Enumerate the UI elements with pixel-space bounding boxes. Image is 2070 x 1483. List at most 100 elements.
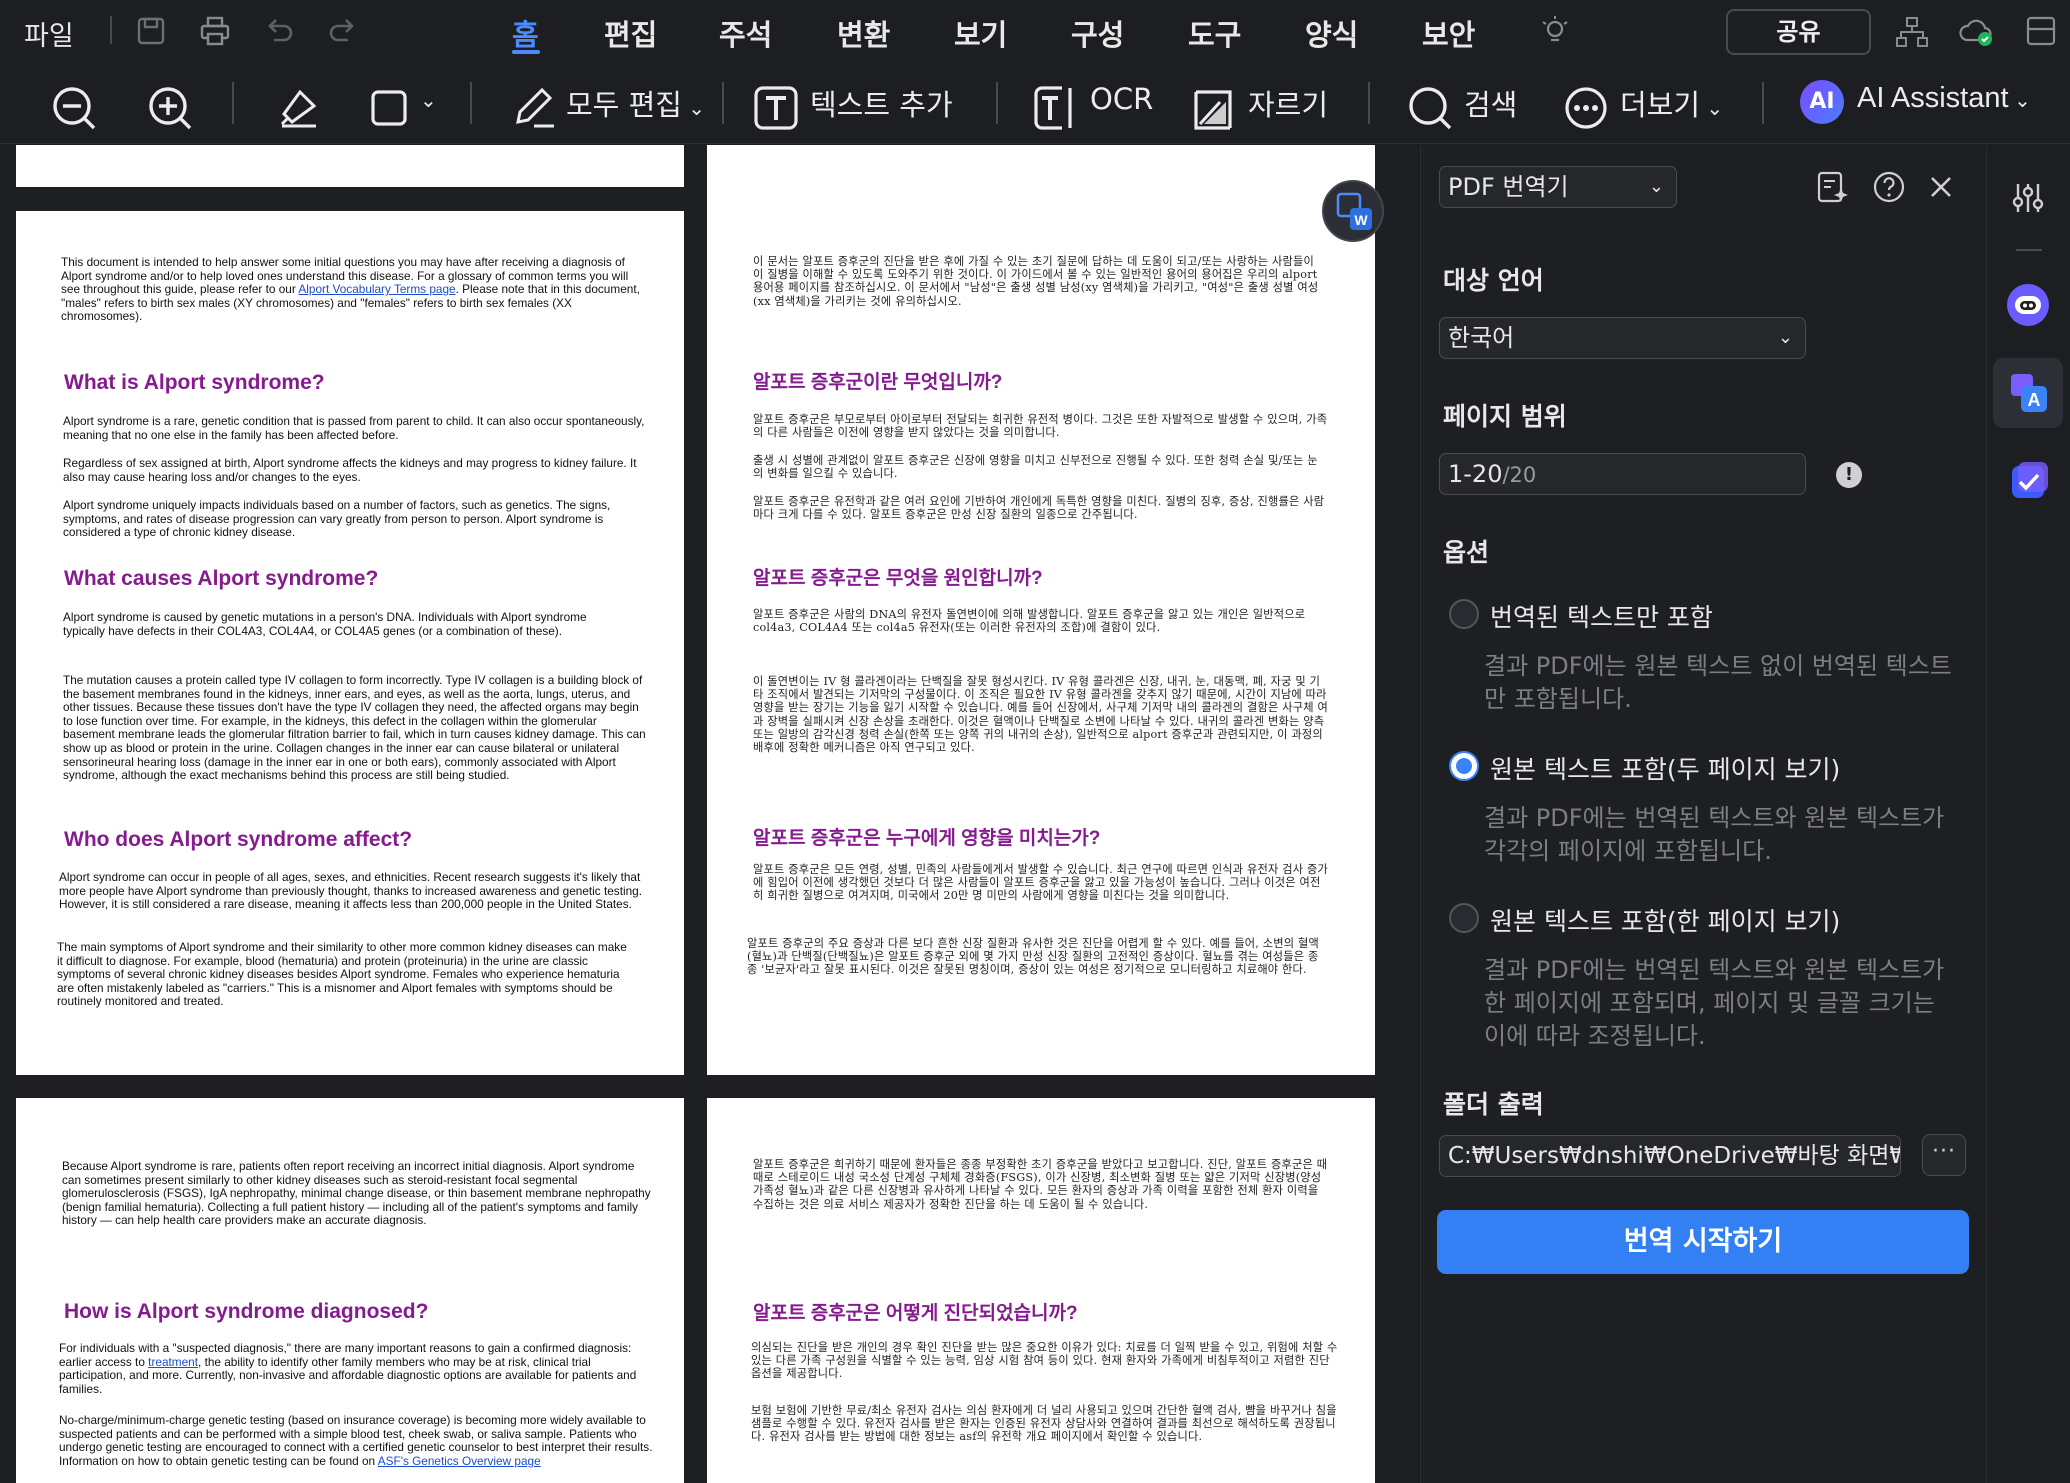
menu-home[interactable]: 홈 <box>512 12 539 54</box>
add-text-button[interactable]: 텍스트 추가 <box>810 82 953 124</box>
option-two-page-desc: 결과 PDF에는 번역된 텍스트와 원본 텍스트가 각각의 페이지에 포함됩니다… <box>1484 804 1945 865</box>
ai-assistant-icon[interactable]: AI <box>1800 80 1844 124</box>
svg-text:W: W <box>1354 212 1368 228</box>
edit-all-pen-icon[interactable] <box>510 84 558 132</box>
divider <box>722 82 724 124</box>
crop-icon[interactable] <box>1190 84 1238 132</box>
option-translated-only-radio[interactable] <box>1449 599 1479 629</box>
option-one-page-radio[interactable] <box>1449 903 1479 933</box>
menu-view[interactable]: 보기 <box>954 12 1007 54</box>
divider <box>470 82 472 124</box>
more-label: 더보기 <box>1620 88 1701 122</box>
lightbulb-icon[interactable] <box>1538 14 1572 48</box>
shape-rectangle-icon[interactable] <box>368 84 416 132</box>
menu-edit[interactable]: 편집 <box>604 12 657 54</box>
file-menu[interactable]: 파일 <box>24 14 74 53</box>
option-one-page-label[interactable]: 원본 텍스트 포함(한 페이지 보기) <box>1490 902 1840 938</box>
edit-all-button[interactable]: 모두 편집 ⌄ <box>566 82 705 124</box>
vocabulary-link[interactable]: Alport Vocabulary Terms page <box>298 282 455 296</box>
page-paragraph: 알포트 증후군은 유전학과 같은 여러 요인에 기반하여 개인에게 독특한 영향… <box>753 495 1325 522</box>
print-icon[interactable] <box>198 14 232 48</box>
search-button[interactable]: 검색 <box>1464 82 1517 124</box>
divider <box>110 16 112 44</box>
share-button[interactable]: 공유 <box>1726 9 1871 55</box>
option-translated-only-label[interactable]: 번역된 텍스트만 포함 <box>1490 598 1713 634</box>
section-heading: What is Alport syndrome? <box>64 371 325 394</box>
window-layout-icon[interactable] <box>2025 15 2057 47</box>
zoom-in-icon[interactable] <box>146 84 194 132</box>
cloud-sync-icon[interactable] <box>1958 14 1994 48</box>
translate-tool-active[interactable]: A <box>1993 358 2063 428</box>
page-paragraph: The mutation causes a protein called typ… <box>63 673 646 783</box>
section-heading: 알포트 증후군이란 무엇입니까? <box>753 372 1003 393</box>
page-paragraph: Alport syndrome is a rare, genetic condi… <box>63 414 645 442</box>
document-canvas[interactable]: This document is intended to help answer… <box>0 145 1418 1483</box>
highlighter-icon[interactable] <box>274 84 322 132</box>
more-button[interactable]: 더보기 ⌄ <box>1620 82 1723 124</box>
section-heading: How is Alport syndrome diagnosed? <box>64 1300 429 1323</box>
page-paragraph: 알포트 증후군의 주요 증상과 다른 보다 흔한 신장 질환과 유사한 것은 진… <box>747 937 1320 977</box>
target-language-title: 대상 언어 <box>1443 266 1544 295</box>
search-icon[interactable] <box>1406 84 1454 132</box>
option-translated-only-desc: 결과 PDF에는 원본 텍스트 없이 번역된 텍스트만 포함됩니다. <box>1484 652 1952 713</box>
chevron-down-icon: ⌄ <box>1777 327 1793 348</box>
ocr-icon[interactable] <box>1032 84 1080 132</box>
menu-annotate[interactable]: 주석 <box>719 12 772 54</box>
menu-organize[interactable]: 구성 <box>1071 12 1124 54</box>
page-paragraph: 의심되는 진단을 받은 개인의 경우 확인 진단을 받는 많은 중요한 이유가 … <box>751 1341 1338 1381</box>
page-paragraph: Because Alport syndrome is rare, patient… <box>62 1159 651 1228</box>
pdf-page-translated: 이 문서는 알포트 증후군의 진단을 받은 후에 가질 수 있는 초기 질문에 … <box>707 145 1375 1075</box>
page-paragraph: The main symptoms of Alport syndrome and… <box>57 940 627 1009</box>
options-title: 옵션 <box>1443 538 1490 567</box>
svg-text:A: A <box>2028 390 2041 410</box>
document-ai-icon[interactable] <box>1815 170 1849 204</box>
menu-security[interactable]: 보안 <box>1422 12 1475 54</box>
translate-document-badge[interactable]: W <box>1322 180 1384 242</box>
translate-icon: A <box>2011 374 2047 412</box>
redo-icon[interactable] <box>326 14 360 48</box>
ocr-button[interactable]: OCR <box>1090 82 1153 116</box>
start-translation-button[interactable]: 번역 시작하기 <box>1437 1210 1969 1274</box>
tool-select[interactable]: PDF 번역기 ⌄ <box>1439 166 1677 208</box>
ai-robot-icon[interactable] <box>2005 282 2051 328</box>
ai-assistant-label: AI Assistant <box>1857 82 2009 114</box>
help-icon[interactable] <box>1872 170 1906 204</box>
divider <box>232 82 234 124</box>
treatment-link[interactable]: treatment <box>148 1355 198 1369</box>
save-icon[interactable] <box>134 14 168 48</box>
browse-folder-button[interactable]: ··· <box>1922 1134 1966 1176</box>
task-check-icon[interactable] <box>2008 460 2050 502</box>
target-language-select[interactable]: 한국어 ⌄ <box>1439 317 1806 359</box>
chevron-down-icon[interactable]: ⌄ <box>420 88 437 112</box>
pdf-page-translated: 알포트 증후군은 희귀하기 때문에 환자들은 종종 부정확한 초기 증후군을 받… <box>707 1098 1375 1483</box>
more-icon[interactable] <box>1562 84 1610 132</box>
option-two-page-radio[interactable] <box>1449 751 1479 781</box>
output-folder-title: 폴더 출력 <box>1443 1090 1544 1119</box>
section-heading: 알포트 증후군은 어떻게 진단되었습니까? <box>753 1303 1078 1324</box>
page-paragraph: No-charge/minimum-charge genetic testing… <box>59 1413 653 1468</box>
genetics-overview-link[interactable]: ASF's Genetics Overview page <box>378 1454 541 1468</box>
menu-forms[interactable]: 양식 <box>1305 12 1358 54</box>
output-folder-input[interactable]: C:₩Users₩dnshi₩OneDrive₩바탕 화면₩PDF <box>1439 1135 1901 1177</box>
divider <box>996 82 998 124</box>
add-text-icon[interactable] <box>752 84 800 132</box>
section-heading: Who does Alport syndrome affect? <box>64 828 413 851</box>
option-two-page-label[interactable]: 원본 텍스트 포함(두 페이지 보기) <box>1490 750 1840 786</box>
zoom-out-icon[interactable] <box>50 84 98 132</box>
crop-button[interactable]: 자르기 <box>1248 82 1328 124</box>
section-heading: 알포트 증후군은 누구에게 영향을 미치는가? <box>753 828 1101 849</box>
close-icon[interactable] <box>1928 174 1954 200</box>
pdf-page <box>16 145 684 187</box>
page-paragraph: 알포트 증후군은 사람의 DNA의 유전자 돌연변이에 의해 발생합니다. 알포… <box>753 608 1306 635</box>
undo-icon[interactable] <box>262 14 296 48</box>
page-range-input[interactable]: 1-20/20 <box>1439 453 1806 495</box>
info-icon[interactable]: ! <box>1836 462 1862 488</box>
menu-tools[interactable]: 도구 <box>1188 12 1241 54</box>
divider <box>1368 82 1370 124</box>
sliders-icon[interactable] <box>2010 180 2046 216</box>
org-chart-icon[interactable] <box>1895 16 1929 48</box>
option-one-page-desc: 결과 PDF에는 번역된 텍스트와 원본 텍스트가 한 페이지에 포함되며, 페… <box>1484 956 1945 1050</box>
menu-convert[interactable]: 변환 <box>837 12 890 54</box>
page-range-value: 1-20 <box>1448 460 1503 488</box>
ai-assistant-button[interactable]: AI Assistant ⌄ <box>1857 82 2031 115</box>
